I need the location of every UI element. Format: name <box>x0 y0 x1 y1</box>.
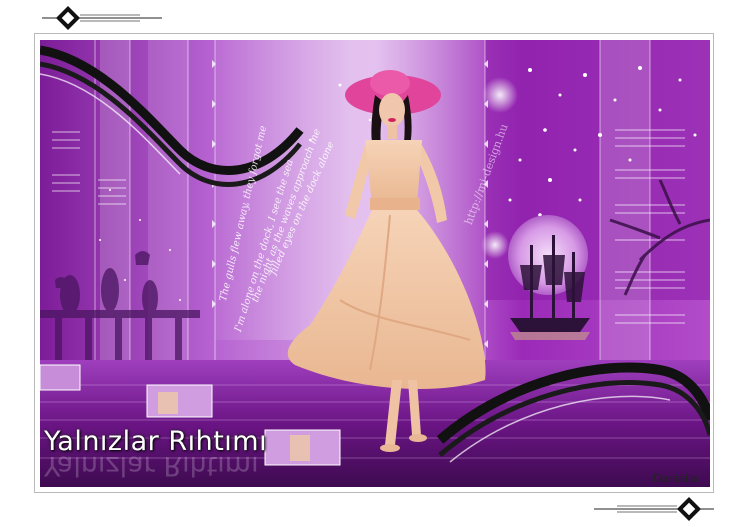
top-left-corner-ornament <box>40 5 165 31</box>
title-block: Yalnızlar Rıhtımı Yalnızlar Rıhtımı <box>44 426 267 481</box>
bottom-right-corner-ornament <box>592 496 717 522</box>
artist-signature: Daniella <box>653 472 698 485</box>
artwork <box>40 40 710 487</box>
title-reflection: Yalnızlar Rıhtımı <box>44 450 259 481</box>
